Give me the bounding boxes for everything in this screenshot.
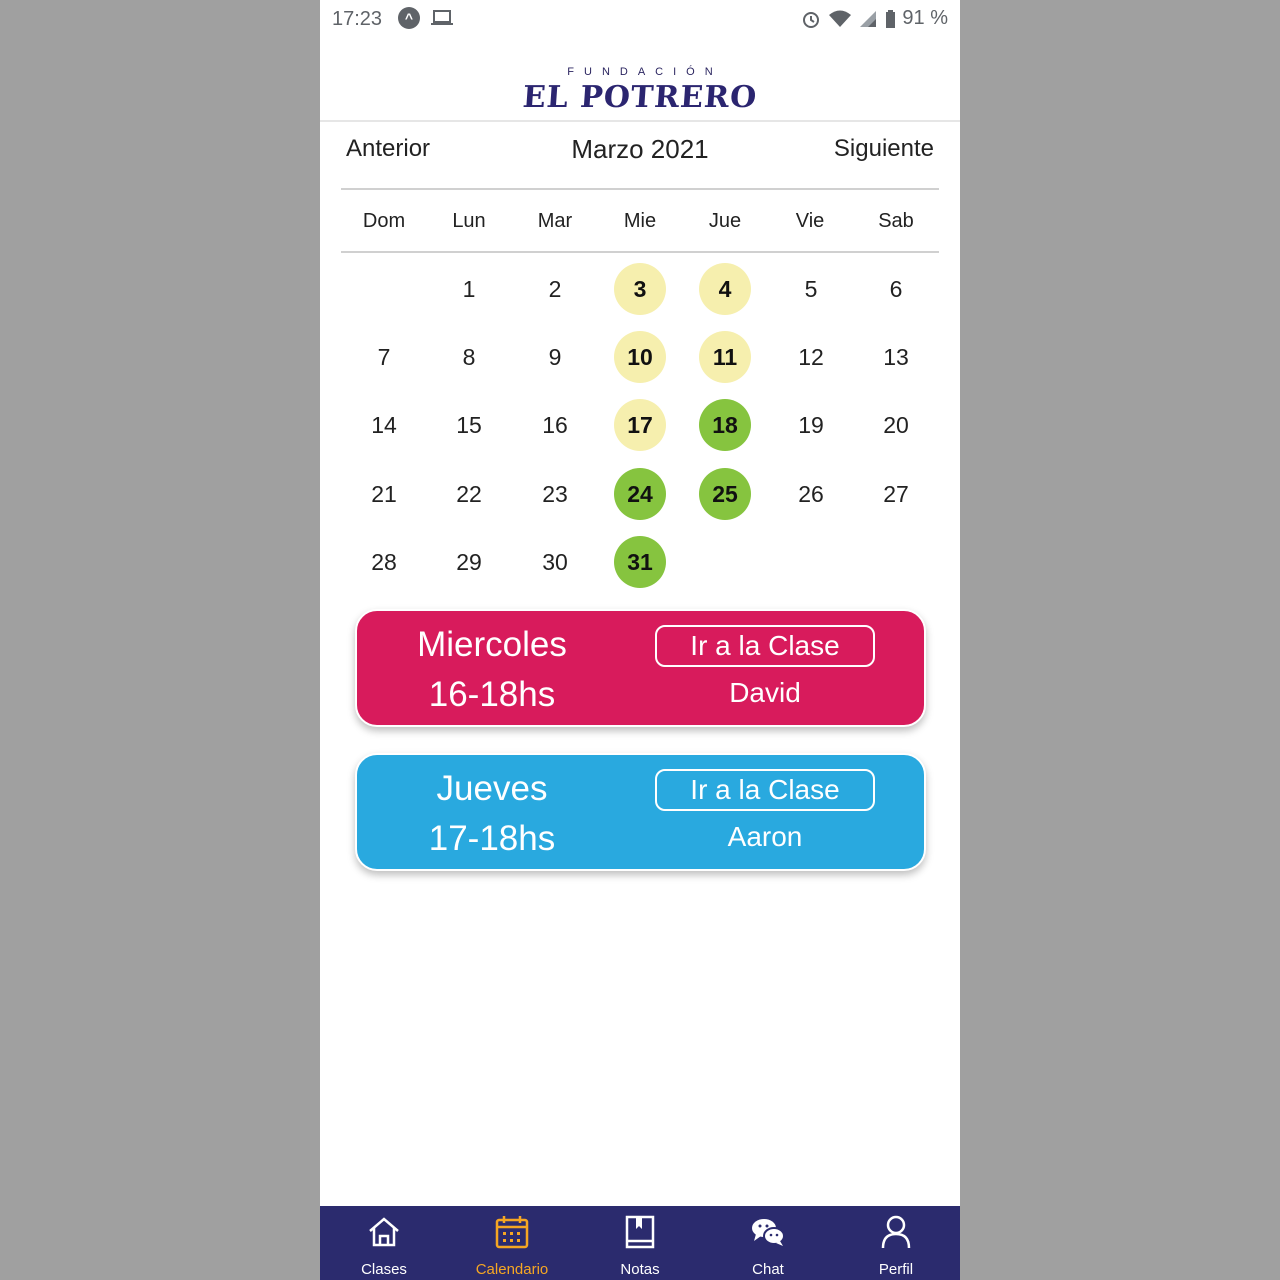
calendar-day-30[interactable]: 30 xyxy=(529,536,581,588)
weekday-label: Sab xyxy=(878,210,914,232)
class-card-miercoles: Miercoles 16-18hs Ir a la Clase David xyxy=(355,609,926,727)
calendar-day-20[interactable]: 20 xyxy=(870,399,922,451)
app-notification-icon: ^ xyxy=(398,7,420,29)
logo-subtitle: FUNDACIÓN xyxy=(567,66,723,78)
signal-icon xyxy=(860,10,877,27)
calendar-day-16[interactable]: 16 xyxy=(529,399,581,451)
weekday-header: Dom Lun Mar Mie Jue Vie Sab xyxy=(341,200,939,244)
calendar-day-15[interactable]: 15 xyxy=(443,399,495,451)
profile-icon xyxy=(881,1215,911,1249)
calendar-grid: 1 2 3 4 5 6 7 8 9 10 11 12 13 14 15 16 17 18 19 20 21 22 23 24 2… xyxy=(320,255,960,595)
calendar-day-22[interactable]: 22 xyxy=(443,468,495,520)
class-day: Miercoles xyxy=(417,625,567,664)
class-teacher: Aaron xyxy=(727,821,803,852)
weekday-label: Dom xyxy=(362,210,406,232)
nav-item-perfil[interactable]: Perfil xyxy=(832,1206,960,1280)
weekday-label: Vie xyxy=(795,210,825,232)
calendar-day-12[interactable]: 12 xyxy=(785,331,837,383)
calendar-day-28[interactable]: 28 xyxy=(358,536,410,588)
calendar-day-17[interactable]: 17 xyxy=(614,399,666,451)
calendar-day-31[interactable]: 31 xyxy=(614,536,666,588)
notebook-icon xyxy=(625,1215,655,1249)
calendar-day-8[interactable]: 8 xyxy=(443,331,495,383)
calendar-day-6[interactable]: 6 xyxy=(870,263,922,315)
class-time: 16-18hs xyxy=(428,675,556,714)
laptop-icon xyxy=(431,10,453,25)
calendar-day-10[interactable]: 10 xyxy=(614,331,666,383)
alarm-icon xyxy=(803,11,820,28)
battery-percent: 91 % xyxy=(902,7,948,29)
battery-icon xyxy=(886,9,896,28)
weekday-label: Jue xyxy=(708,210,742,232)
class-time: 17-18hs xyxy=(428,819,556,858)
calendar-day-24[interactable]: 24 xyxy=(614,468,666,520)
calendar-day-29[interactable]: 29 xyxy=(443,536,495,588)
divider xyxy=(341,251,939,253)
nav-label: Chat xyxy=(752,1261,784,1278)
calendar-day-1[interactable]: 1 xyxy=(443,263,495,315)
calendar-day-23[interactable]: 23 xyxy=(529,468,581,520)
app-header: FUNDACIÓN EL POTRERO xyxy=(320,40,960,122)
go-to-class-button[interactable]: Ir a la Clase xyxy=(655,769,875,811)
home-icon xyxy=(369,1217,399,1247)
weekday-label: Mar xyxy=(537,210,573,232)
status-bar: 17:23 ^ 91 % xyxy=(320,0,960,40)
nav-label: Perfil xyxy=(878,1261,914,1278)
calendar-day-19[interactable]: 19 xyxy=(785,399,837,451)
logo-title: EL POTRERO xyxy=(521,80,759,115)
calendar-day-18[interactable]: 18 xyxy=(699,399,751,451)
nav-item-clases[interactable]: Clases xyxy=(320,1206,448,1280)
nav-label: Calendario xyxy=(475,1261,549,1278)
weekday-label: Lun xyxy=(452,210,486,232)
calendar-day-2[interactable]: 2 xyxy=(529,263,581,315)
next-month-button[interactable]: Siguiente xyxy=(834,135,934,163)
status-time: 17:23 xyxy=(332,8,383,30)
calendar-day-3[interactable]: 3 xyxy=(614,263,666,315)
go-to-class-button[interactable]: Ir a la Clase xyxy=(655,625,875,667)
calendar-day-25[interactable]: 25 xyxy=(699,468,751,520)
calendar-day-5[interactable]: 5 xyxy=(785,263,837,315)
wifi-icon xyxy=(829,10,852,27)
class-card-jueves: Jueves 17-18hs Ir a la Clase Aaron xyxy=(355,753,926,871)
class-teacher: David xyxy=(729,677,801,708)
calendar-day-9[interactable]: 9 xyxy=(529,331,581,383)
nav-label: Clases xyxy=(361,1261,407,1278)
calendar-day-21[interactable]: 21 xyxy=(358,468,410,520)
divider xyxy=(341,188,939,190)
month-navigation: Anterior Marzo 2021 Siguiente xyxy=(320,124,960,180)
chat-icon xyxy=(752,1219,785,1246)
app-screen: 17:23 ^ 91 % FUNDACIÓN EL POTRERO Anteri… xyxy=(320,0,960,1280)
calendar-day-27[interactable]: 27 xyxy=(870,468,922,520)
calendar-day-13[interactable]: 13 xyxy=(870,331,922,383)
calendar-day-26[interactable]: 26 xyxy=(785,468,837,520)
class-day: Jueves xyxy=(436,769,548,808)
nav-label: Notas xyxy=(620,1261,660,1278)
nav-item-calendario[interactable]: Calendario xyxy=(448,1206,576,1280)
bottom-navigation: Clases Calendario Notas Chat Perfil xyxy=(320,1206,960,1280)
calendar-day-4[interactable]: 4 xyxy=(699,263,751,315)
weekday-label: Mie xyxy=(623,210,657,232)
nav-item-chat[interactable]: Chat xyxy=(704,1206,832,1280)
calendar-day-7[interactable]: 7 xyxy=(358,331,410,383)
calendar-day-14[interactable]: 14 xyxy=(358,399,410,451)
nav-item-notas[interactable]: Notas xyxy=(576,1206,704,1280)
calendar-day-11[interactable]: 11 xyxy=(699,331,751,383)
calendar-icon xyxy=(495,1216,529,1249)
